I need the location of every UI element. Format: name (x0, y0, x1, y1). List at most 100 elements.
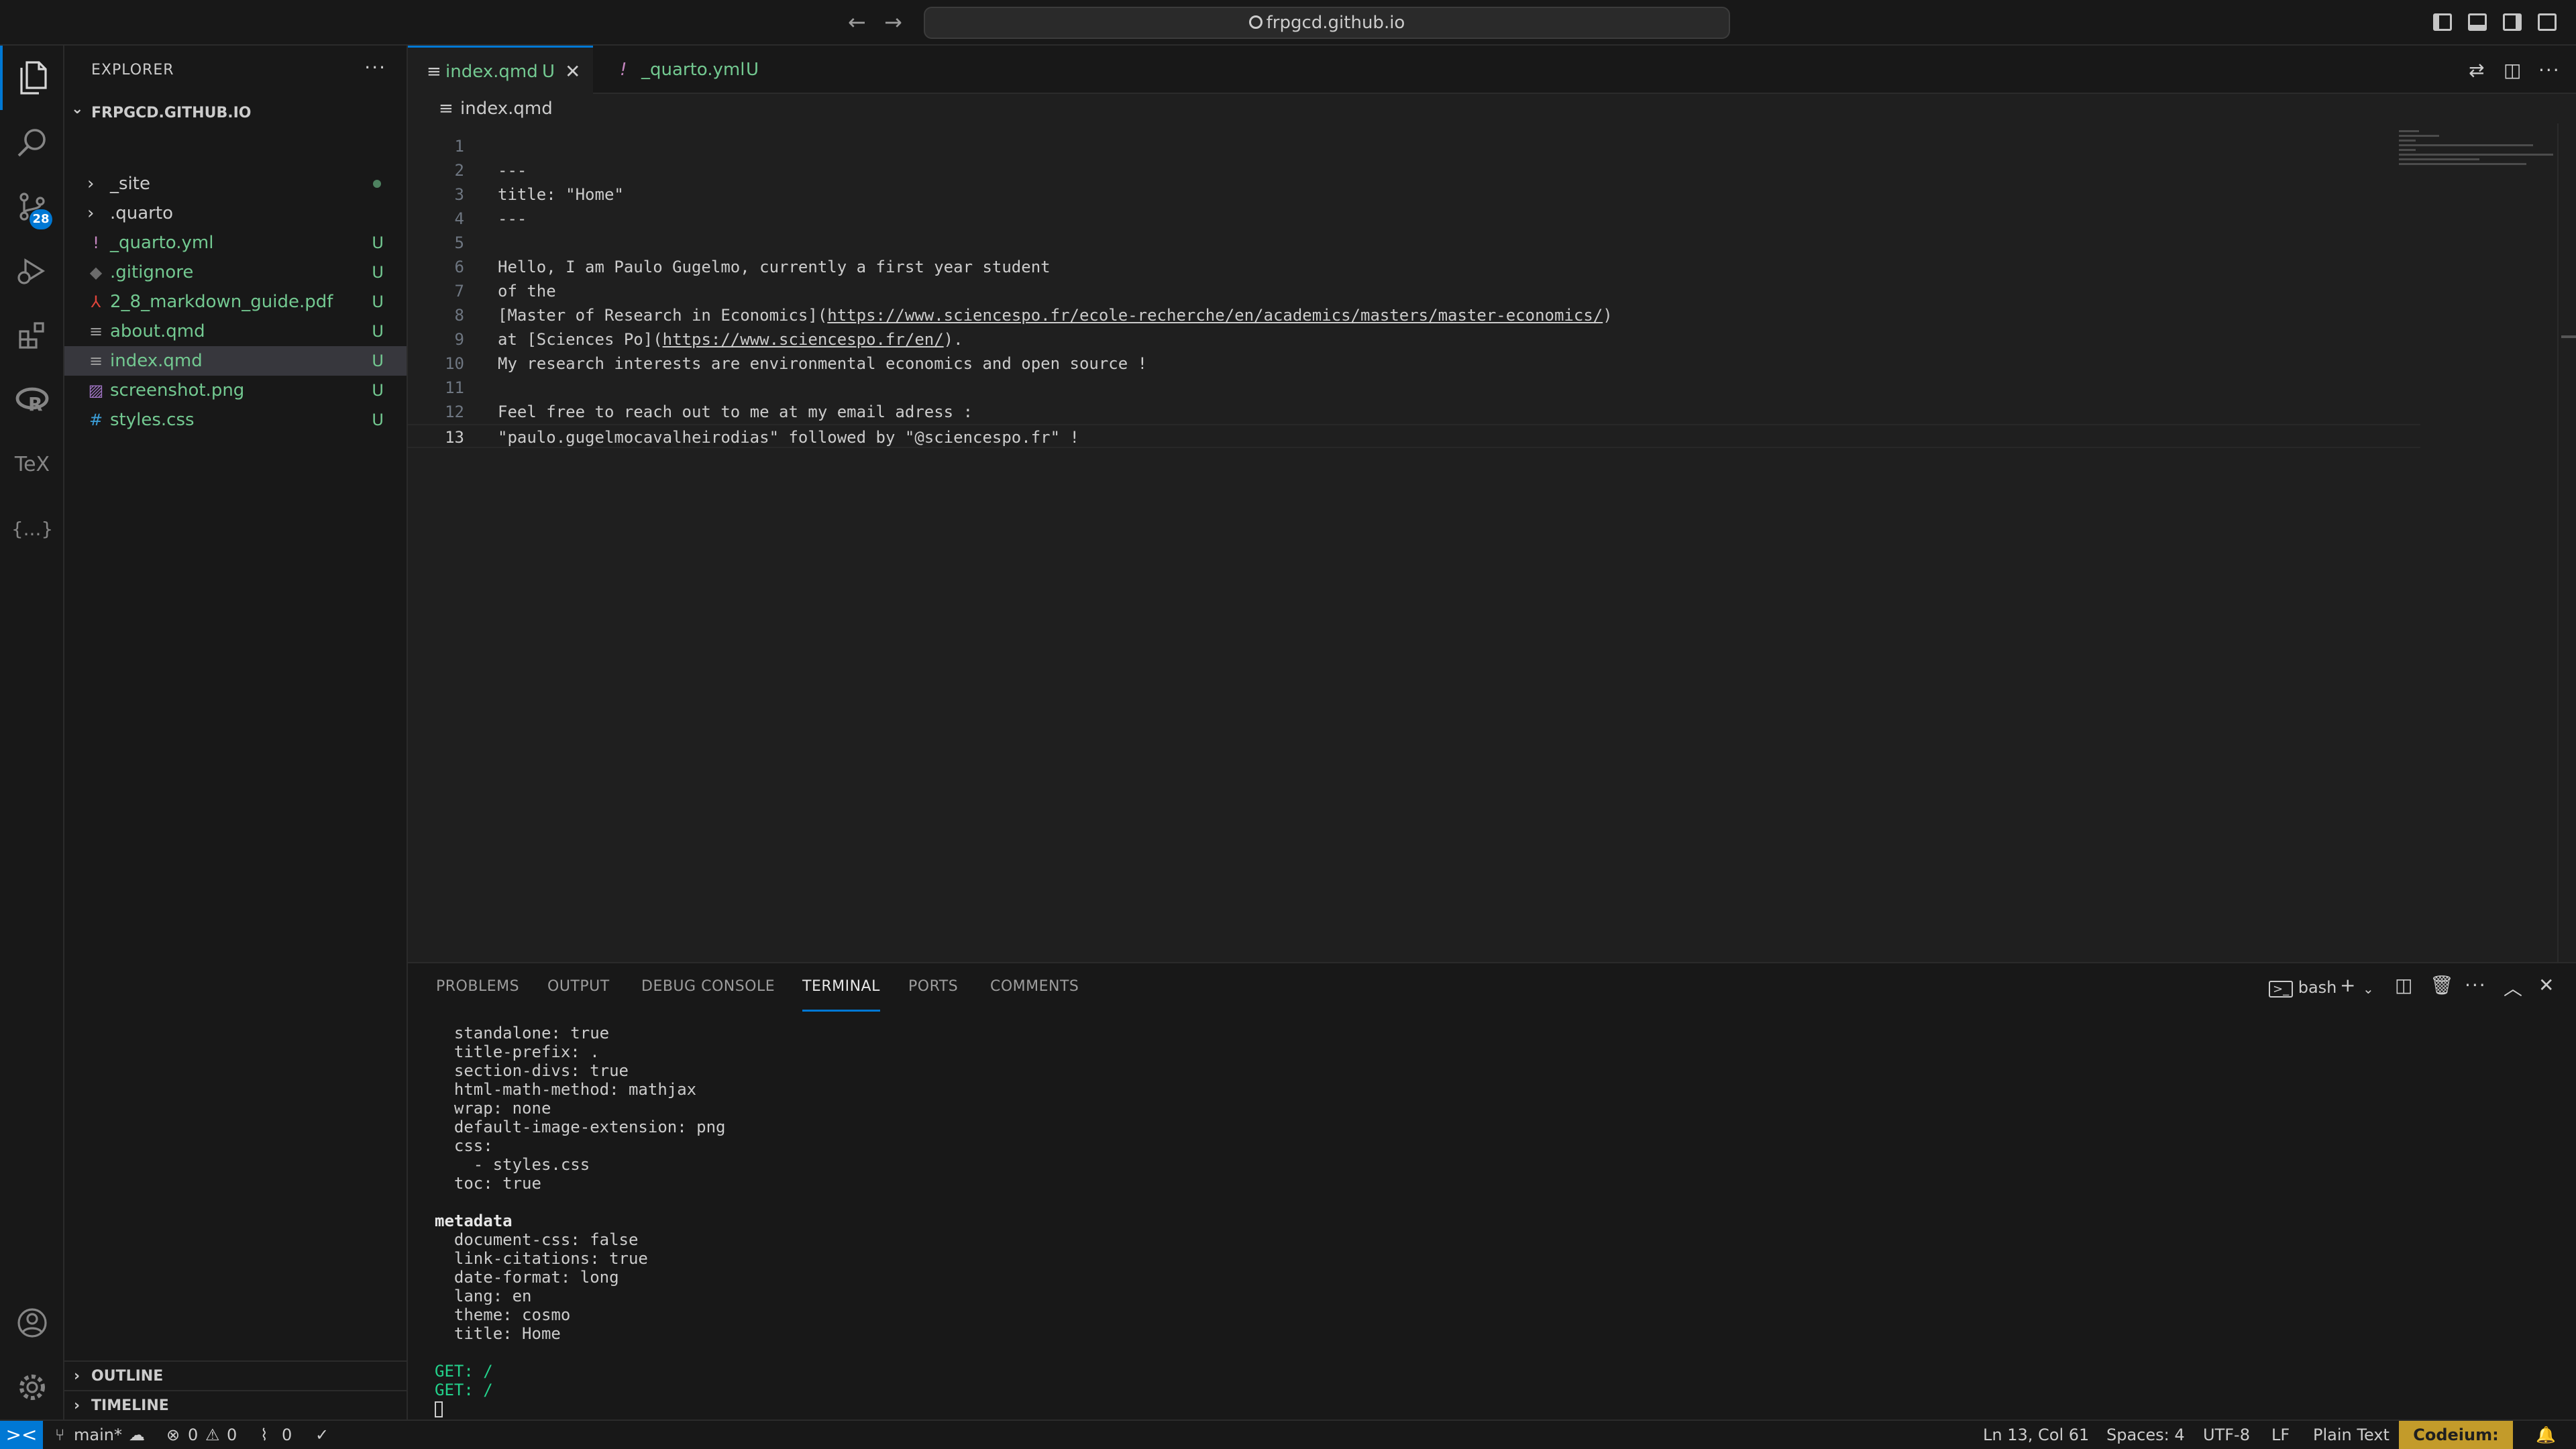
tab-problems[interactable]: PROBLEMS (436, 978, 519, 1012)
tab-debug-console[interactable]: DEBUG CONSOLE (641, 978, 775, 1012)
new-terminal-icon[interactable]: + (2340, 974, 2355, 996)
tex-icon[interactable]: TeX (0, 432, 64, 496)
editor-scrollbar[interactable] (2557, 123, 2576, 962)
git-status-badge: U (372, 411, 384, 429)
more-actions-icon[interactable]: ··· (2465, 974, 2487, 996)
code-line[interactable]: 8 [Master of Research in Economics](https… (408, 303, 2420, 327)
accounts-icon[interactable] (0, 1291, 64, 1355)
tree-item-gitignore[interactable]: ◆ .gitignore U (64, 258, 407, 287)
language-mode[interactable]: Plain Text (2313, 1421, 2390, 1449)
terminal-line: css: (435, 1136, 493, 1155)
git-status-badge: U (372, 381, 384, 400)
split-terminal-icon[interactable]: ◫ (2395, 974, 2412, 996)
more-actions-icon[interactable]: ··· (364, 56, 386, 78)
tab-index-qmd[interactable]: ≡ index.qmd U ✕ (408, 46, 593, 94)
code-editor[interactable]: 1 2 --- 3 title: "Home" 4 --- 5 6 Hello, I am Pau… (408, 123, 2576, 962)
tree-item-index-qmd[interactable]: ≡ index.qmd U (64, 346, 407, 376)
run-debug-icon[interactable] (0, 239, 64, 303)
workspace-folder-header[interactable]: ⌄ FRPGCD.GITHUB.IO (64, 97, 407, 126)
code-line[interactable]: 5 (408, 231, 2420, 255)
tree-item-about-qmd[interactable]: ≡ about.qmd U (64, 317, 407, 346)
close-icon[interactable]: ✕ (565, 48, 580, 96)
bell-icon[interactable]: 🔔 (2536, 1421, 2556, 1449)
open-changes-icon[interactable]: ⇄ (2469, 59, 2484, 81)
timeline-section[interactable]: › TIMELINE (64, 1390, 407, 1419)
tree-item-screenshot-png[interactable]: ▨ screenshot.png U (64, 376, 407, 405)
encoding[interactable]: UTF-8 (2203, 1421, 2250, 1449)
terminal-shell-selector[interactable]: >_ bash (2269, 978, 2337, 998)
code-line[interactable]: 4 --- (408, 207, 2420, 231)
code-line[interactable]: 12 Feel free to reach out to me at my ema… (408, 400, 2420, 424)
tab-label: _quarto.yml (641, 60, 745, 80)
terminal-output[interactable]: standalone: true title-prefix: . section… (435, 1024, 2514, 1418)
tree-item-quarto-yml[interactable]: ! _quarto.yml U (64, 228, 407, 258)
tab-ports[interactable]: PORTS (908, 978, 958, 1012)
explorer-icon[interactable] (0, 46, 64, 110)
forward-arrow-icon[interactable]: → (884, 9, 902, 35)
extensions-icon[interactable] (0, 303, 64, 368)
code-line[interactable]: 10 My research interests are environmenta… (408, 352, 2420, 376)
customize-layout-icon[interactable] (2538, 13, 2557, 31)
code-line[interactable]: 3 title: "Home" (408, 182, 2420, 207)
cursor-position[interactable]: Ln 13, Col 61 (1983, 1421, 2089, 1449)
split-editor-icon[interactable]: ◫ (2504, 59, 2521, 81)
r-language-icon[interactable]: R (0, 368, 64, 432)
code-line[interactable]: 9 at [Sciences Po](https://www.sciencespo… (408, 327, 2420, 352)
back-arrow-icon[interactable]: ← (848, 9, 866, 35)
tree-item-2-8-markdown-guide-pdf[interactable]: ⅄ 2_8_markdown_guide.pdf U (64, 287, 407, 317)
remote-indicator[interactable]: >< (0, 1421, 43, 1449)
code-line[interactable]: 1 (408, 134, 2420, 158)
url-link[interactable]: https://www.sciencespo.fr/en/ (663, 330, 944, 349)
code-line[interactable]: 2 --- (408, 158, 2420, 182)
git-status-badge: U (372, 292, 384, 311)
tree-item-site[interactable]: › _site (64, 169, 407, 199)
chevron-down-icon[interactable]: ⌄ (2363, 981, 2374, 997)
command-center-search[interactable]: frpgcd.github.io (924, 7, 1730, 39)
search-icon[interactable] (0, 110, 64, 174)
error-icon[interactable]: ⊗ (166, 1421, 180, 1449)
minimap[interactable] (2399, 127, 2560, 188)
toggle-secondary-sidebar-icon[interactable] (2503, 13, 2522, 31)
gear-icon[interactable] (0, 1355, 64, 1419)
close-icon[interactable]: ✕ (2538, 974, 2554, 996)
check-icon[interactable]: ✓ (315, 1421, 329, 1449)
indentation[interactable]: Spaces: 4 (2106, 1421, 2185, 1449)
json-icon[interactable]: {...} (0, 496, 64, 561)
status-bar: >< ⑂ main* ☁ ⊗ 0 ⚠ 0 ⌇ 0 ✓ Ln 13, Col 61… (0, 1419, 2576, 1449)
branch-name[interactable]: main* (74, 1421, 122, 1449)
codeium-status[interactable]: Codeium: {...} (2399, 1421, 2513, 1449)
tab-quarto-yml[interactable]: ! _quarto.yml U (593, 46, 794, 94)
end-of-line[interactable]: LF (2271, 1421, 2290, 1449)
breadcrumb-file[interactable]: index.qmd (460, 94, 553, 123)
tab-comments[interactable]: COMMENTS (990, 978, 1079, 1012)
terminal-line: title: Home (435, 1324, 561, 1343)
terminal-line: title-prefix: . (435, 1042, 600, 1061)
terminal-prompt[interactable] (435, 1399, 2514, 1418)
activity-bar: 28 R TeX {...} (0, 46, 64, 1419)
code-line[interactable]: 7 of the (408, 279, 2420, 303)
sync-icon[interactable]: ☁ (129, 1421, 145, 1449)
breadcrumb: ≡ index.qmd (408, 94, 2576, 123)
ports-icon[interactable]: ⌇ (260, 1421, 268, 1449)
tree-item-styles-css[interactable]: # styles.css U (64, 405, 407, 435)
maximize-panel-icon[interactable]: ︿ (2504, 974, 2522, 1001)
terminal-line: toc: true (435, 1174, 541, 1193)
toggle-panel-icon[interactable] (2468, 13, 2487, 31)
code-line[interactable]: 11 (408, 376, 2420, 400)
url-link[interactable]: https://www.sciencespo.fr/ecole-recherch… (827, 306, 1603, 325)
yaml-file-icon: ! (620, 60, 627, 80)
search-icon (1248, 15, 1263, 29)
outline-section[interactable]: › OUTLINE (64, 1360, 407, 1390)
code-line[interactable]: 13 "paulo.gugelmocavalheirodias" followed… (408, 424, 2420, 448)
tree-item-quarto[interactable]: › .quarto (64, 199, 407, 228)
code-line[interactable]: 6 Hello, I am Paulo Gugelmo, currently a … (408, 255, 2420, 279)
terminal-line: document-css: false (435, 1230, 639, 1249)
source-control-icon[interactable]: 28 (0, 174, 64, 239)
trash-icon[interactable]: 🗑 (2430, 974, 2454, 996)
tab-output[interactable]: OUTPUT (547, 978, 610, 1012)
warning-icon[interactable]: ⚠ (205, 1421, 220, 1449)
toggle-primary-sidebar-icon[interactable] (2433, 13, 2452, 31)
tab-terminal[interactable]: TERMINAL (802, 978, 880, 1012)
markdown-file-icon: ≡ (427, 62, 441, 82)
more-actions-icon[interactable]: ··· (2538, 59, 2561, 81)
